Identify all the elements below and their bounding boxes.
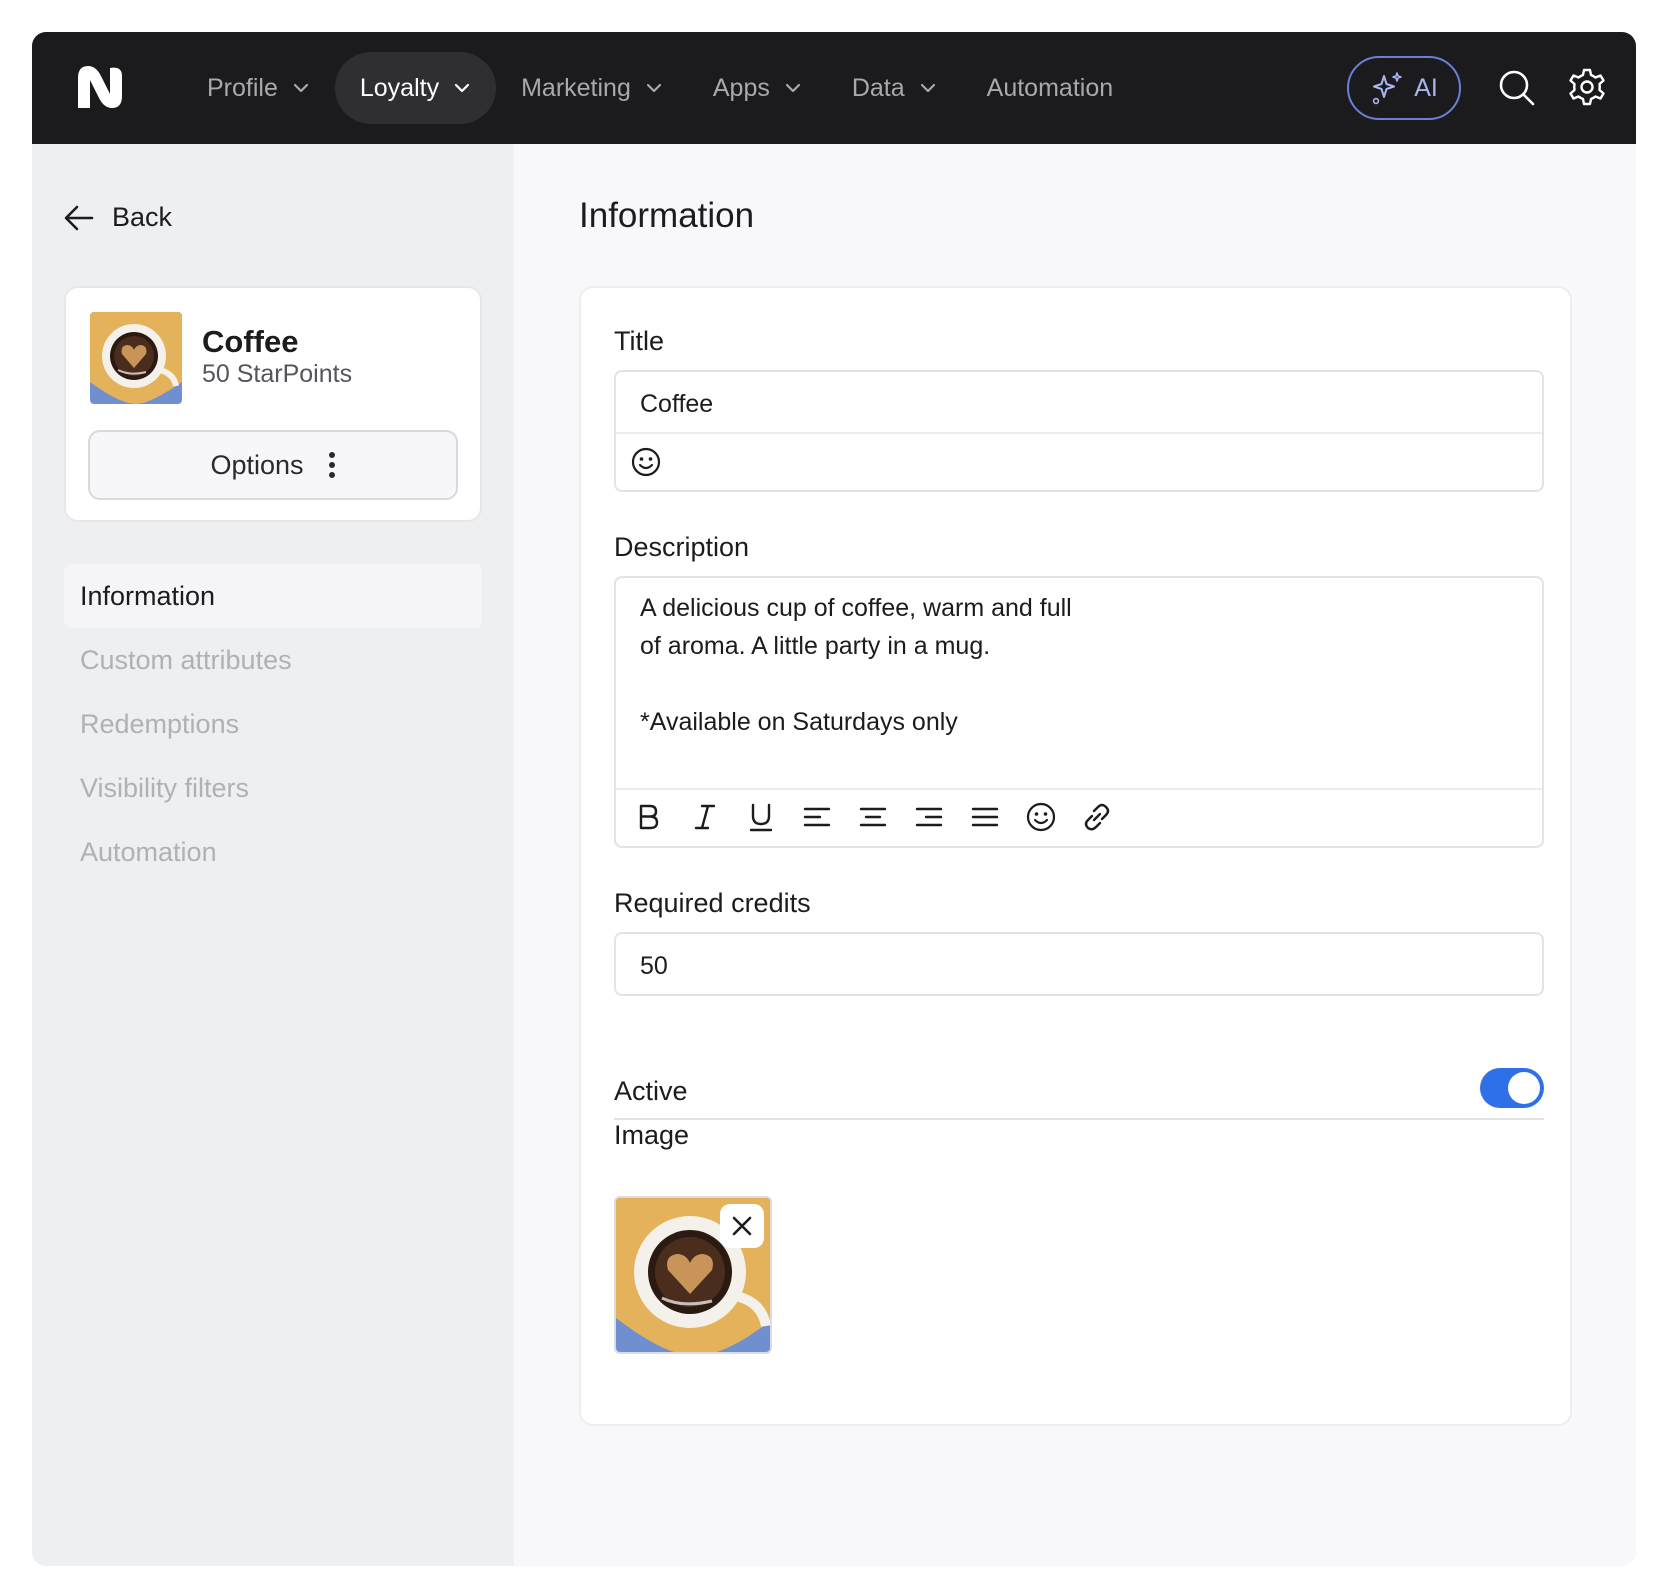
back-button[interactable]: Back [64, 202, 172, 233]
image-preview[interactable] [614, 1196, 772, 1354]
sidebar-item-label: Visibility filters [80, 772, 250, 803]
nav-profile-label: Profile [207, 73, 278, 102]
nav-marketing-label: Marketing [521, 73, 631, 102]
align-right-icon [915, 807, 943, 827]
options-button[interactable]: Options [88, 430, 458, 500]
description-line-1: A delicious cup of coffee, warm and full [640, 594, 1072, 622]
sidebar-item-redemptions[interactable]: Redemptions [64, 692, 482, 756]
nav-apps[interactable]: Apps [688, 52, 827, 124]
nav-data-label: Data [851, 73, 905, 102]
sidebar-item-automation[interactable]: Automation [64, 820, 482, 884]
description-label: Description [614, 532, 750, 562]
emoji-icon [1026, 802, 1056, 832]
field-divider [616, 432, 1542, 434]
page-title: Information [579, 196, 755, 235]
nav-marketing[interactable]: Marketing [496, 52, 688, 124]
brand-logo-icon[interactable] [74, 64, 126, 110]
align-left-button[interactable] [800, 800, 834, 834]
active-row: Active [614, 1068, 1544, 1120]
description-line-2: of aroma. A little party in a mug. [640, 632, 991, 660]
sidebar-item-label: Automation [80, 836, 217, 867]
sidebar: Back Coffee 50 StarPoints Options Inform… [32, 144, 514, 1566]
sidebar-item-label: Redemptions [80, 708, 240, 739]
link-icon [1084, 803, 1110, 831]
description-field[interactable]: A delicious cup of coffee, warm and full… [614, 576, 1544, 848]
ai-button[interactable]: AI [1347, 56, 1461, 120]
toggle-knob [1508, 1072, 1540, 1104]
reward-summary-card: Coffee 50 StarPoints Options [64, 286, 482, 522]
nav-automation-label: Automation [986, 73, 1114, 102]
rich-text-toolbar [632, 800, 1114, 834]
credits-field[interactable]: 50 [614, 932, 1544, 996]
field-divider [616, 788, 1542, 790]
chevron-down-icon [646, 83, 661, 93]
nav-profile[interactable]: Profile [182, 52, 335, 124]
options-label: Options [210, 449, 304, 480]
nav-loyalty-label: Loyalty [359, 73, 440, 102]
sidebar-item-label: Information [80, 580, 216, 611]
title-input[interactable]: Coffee [640, 390, 713, 419]
gear-icon[interactable] [1567, 67, 1607, 107]
sidebar-item-custom-attributes[interactable]: Custom attributes [64, 628, 482, 692]
sidebar-item-label: Custom attributes [80, 644, 292, 675]
active-label: Active [614, 1076, 688, 1106]
chevron-down-icon [454, 83, 470, 93]
chevron-down-icon [920, 83, 935, 93]
align-center-button[interactable] [856, 800, 890, 834]
arrow-left-icon [64, 205, 94, 230]
bold-icon [639, 804, 659, 830]
sidebar-item-information[interactable]: Information [64, 564, 482, 628]
main-nav: Profile Loyalty Marketing Apps Data Auto… [182, 52, 1138, 124]
reward-points: 50 StarPoints [202, 360, 353, 388]
align-justify-icon [971, 807, 999, 827]
back-label: Back [112, 202, 173, 232]
nav-data[interactable]: Data [827, 52, 962, 124]
reward-thumbnail [90, 312, 182, 404]
credits-input[interactable]: 50 [640, 952, 668, 981]
reward-title: Coffee [202, 324, 299, 359]
section-nav: Information Custom attributes Redemption… [64, 564, 482, 884]
ai-button-label: AI [1414, 73, 1438, 102]
active-toggle[interactable] [1480, 1068, 1544, 1108]
search-icon[interactable] [1496, 67, 1536, 107]
align-left-icon [803, 807, 831, 827]
description-line-3: *Available on Saturdays only [640, 708, 958, 736]
sidebar-item-visibility-filters[interactable]: Visibility filters [64, 756, 482, 820]
main-content: Information Title Coffee Description A d… [514, 144, 1636, 1566]
link-button[interactable] [1080, 800, 1114, 834]
align-justify-button[interactable] [968, 800, 1002, 834]
underline-button[interactable] [744, 800, 778, 834]
bold-button[interactable] [632, 800, 666, 834]
align-center-icon [859, 807, 887, 827]
emoji-button[interactable] [1024, 800, 1058, 834]
underline-icon [749, 803, 773, 832]
title-field[interactable]: Coffee [614, 370, 1544, 492]
credits-label: Required credits [614, 888, 811, 918]
remove-image-button[interactable] [720, 1204, 764, 1248]
nav-loyalty[interactable]: Loyalty [334, 52, 497, 124]
chevron-down-icon [785, 83, 800, 93]
image-label: Image [614, 1120, 690, 1150]
nav-automation[interactable]: Automation [962, 52, 1138, 124]
app-window: Profile Loyalty Marketing Apps Data Auto… [32, 32, 1636, 1566]
italic-icon [694, 804, 716, 830]
more-vertical-icon [328, 452, 335, 478]
chevron-down-icon [293, 83, 308, 93]
italic-button[interactable] [688, 800, 722, 834]
title-label: Title [614, 326, 665, 356]
top-navigation-bar: Profile Loyalty Marketing Apps Data Auto… [32, 32, 1636, 144]
nav-apps-label: Apps [712, 73, 770, 102]
align-right-button[interactable] [912, 800, 946, 834]
close-icon [732, 1216, 752, 1236]
information-form: Title Coffee Description A delicious cup… [579, 286, 1572, 1426]
emoji-icon[interactable] [630, 446, 662, 478]
sparkles-icon [1372, 72, 1402, 105]
